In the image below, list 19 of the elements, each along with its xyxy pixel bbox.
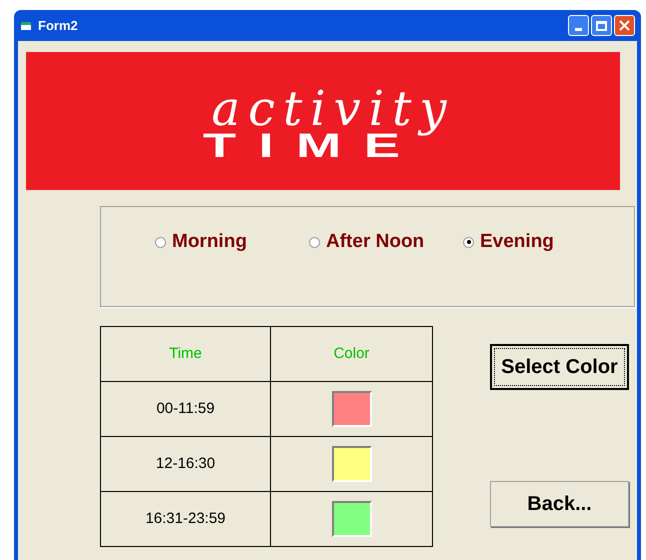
radio-label[interactable]: After Noon [326,228,424,256]
column-header: Time [100,326,270,382]
radio-label[interactable]: Evening [480,228,554,256]
radio-button[interactable] [463,236,474,248]
minimize-button[interactable] [568,15,589,36]
radio-button[interactable] [309,236,320,248]
window-title: Form2 [38,16,78,35]
close-button[interactable] [614,15,635,36]
dialog-button[interactable]: Select Color [490,344,629,390]
table-cell: 00-11:59 [100,382,270,436]
radio-label[interactable]: Morning [172,228,247,256]
maximize-button[interactable] [591,15,612,36]
table-cell: 12-16:30 [100,436,270,492]
radio-button[interactable] [155,236,166,248]
window-icon [20,20,32,32]
column-header: Color [270,326,432,382]
table-cell: 16:31-23:59 [100,492,270,546]
close-icon [619,20,630,31]
dialog-button[interactable]: Back... [490,481,629,527]
